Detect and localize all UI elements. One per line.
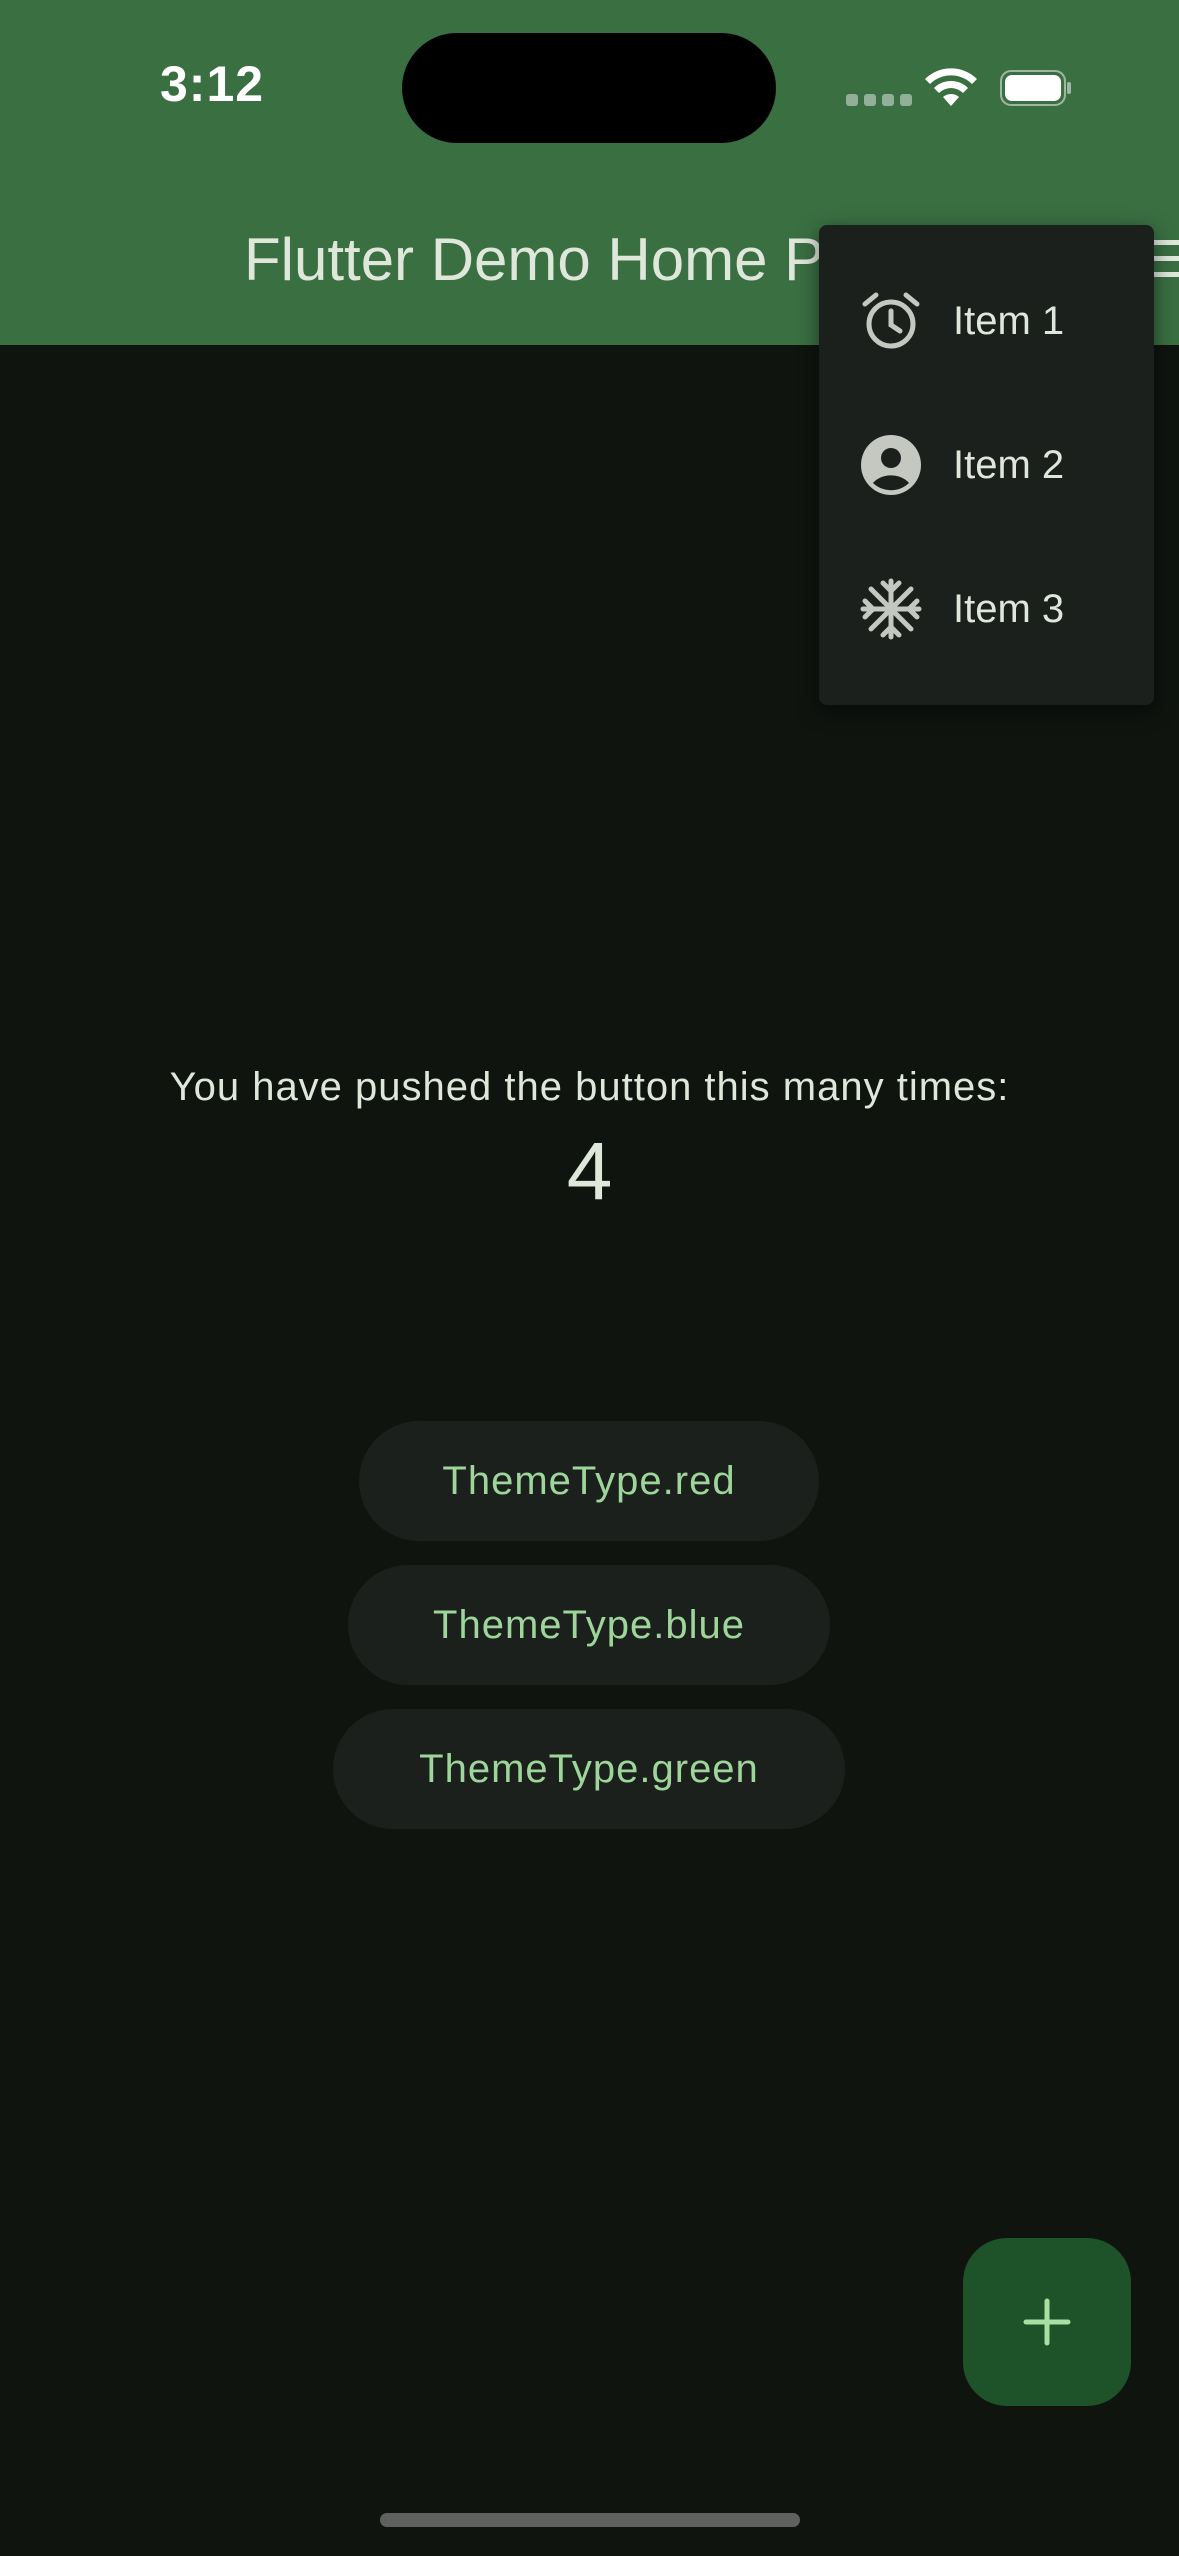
account-circle-icon [861, 435, 921, 495]
home-indicator[interactable] [380, 2513, 800, 2527]
popup-menu: Item 1 Item 2 Item 3 [819, 225, 1154, 705]
menu-item-label: Item 1 [953, 298, 1065, 343]
add-icon [1023, 2298, 1071, 2346]
menu-item-2[interactable]: Item 2 [819, 393, 1154, 537]
theme-green-button[interactable]: ThemeType.green [333, 1709, 845, 1829]
battery-icon [1000, 70, 1071, 106]
cellular-signal-icon [846, 94, 912, 106]
counter-caption: You have pushed the button this many tim… [169, 1065, 1010, 1109]
menu-item-label: Item 2 [953, 442, 1065, 487]
wifi-icon [925, 68, 977, 106]
menu-item-1[interactable]: Item 1 [819, 249, 1154, 393]
snowflake-icon [860, 578, 922, 640]
overflow-menu-button[interactable] [1150, 240, 1179, 280]
dynamic-island [402, 33, 776, 143]
status-time: 3:12 [160, 56, 265, 112]
alarm-icon [862, 292, 920, 349]
increment-fab[interactable] [963, 2238, 1131, 2406]
theme-red-button[interactable]: ThemeType.red [359, 1421, 819, 1541]
menu-item-3[interactable]: Item 3 [819, 537, 1154, 681]
menu-item-label: Item 3 [953, 586, 1065, 631]
theme-blue-button[interactable]: ThemeType.blue [348, 1565, 830, 1685]
counter-value: 4 [566, 1126, 613, 1217]
